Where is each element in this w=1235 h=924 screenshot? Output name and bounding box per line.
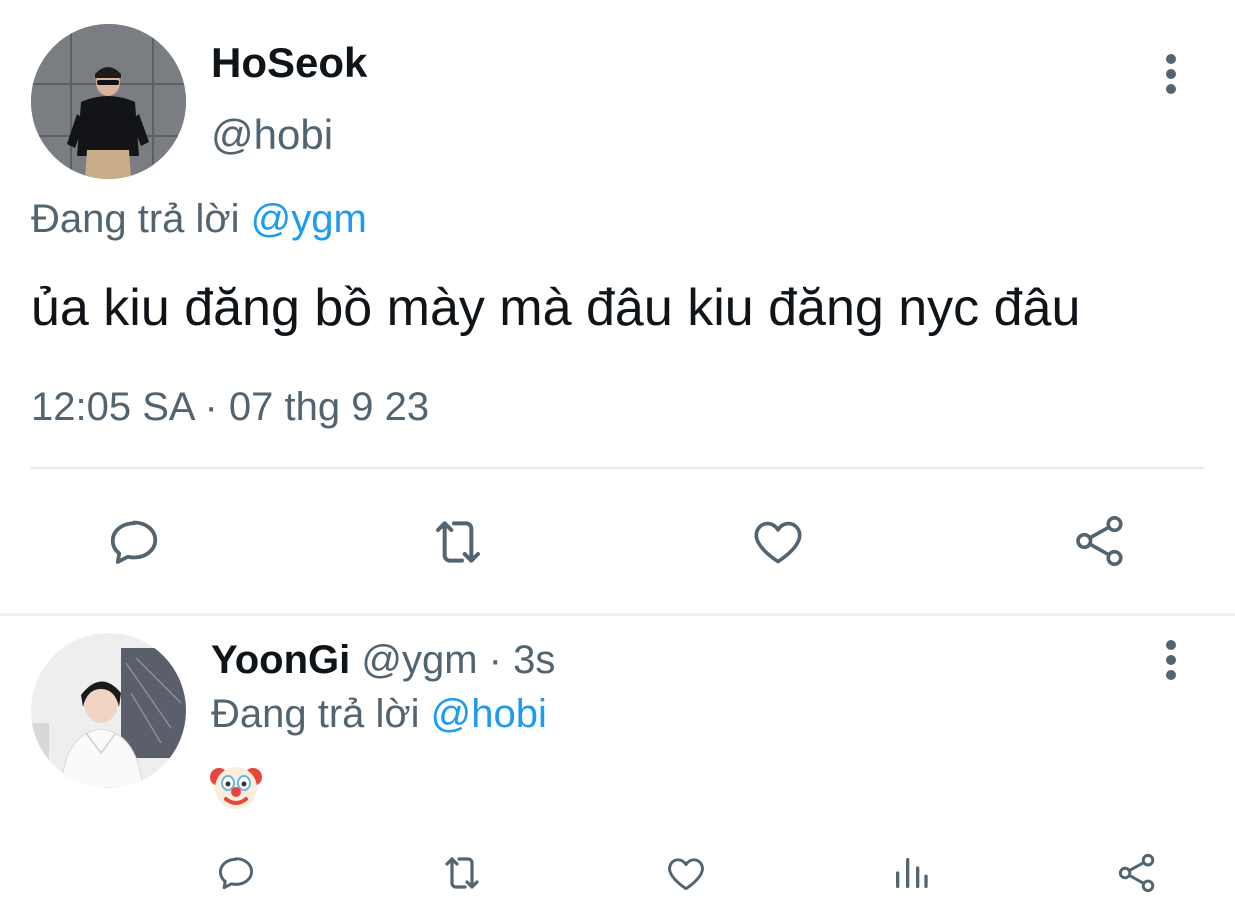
author-handle[interactable]: @hobi — [211, 110, 333, 160]
more-options-icon[interactable] — [1161, 640, 1181, 680]
avatar-photo — [31, 24, 186, 179]
like-icon[interactable] — [664, 851, 708, 895]
dot — [1166, 69, 1176, 79]
yoongi-avatar[interactable] — [31, 633, 186, 788]
author-name[interactable]: HoSeok — [211, 38, 367, 88]
dot — [1166, 655, 1176, 665]
more-options-icon[interactable] — [1161, 54, 1181, 94]
dot — [1166, 84, 1176, 94]
retweet-icon[interactable] — [437, 851, 487, 895]
share-icon[interactable] — [1115, 851, 1159, 895]
reply-header: YoonGi @ygm · 3s — [211, 636, 555, 684]
replying-to: Đang trả lời @ygm — [31, 195, 367, 243]
replying-prefix: Đang trả lời — [31, 197, 240, 241]
divider — [0, 613, 1235, 616]
replying-mention[interactable]: @ygm — [251, 197, 367, 241]
reply-icon[interactable] — [104, 512, 164, 572]
divider — [31, 467, 1204, 469]
replying-to: Đang trả lời @hobi — [211, 690, 547, 738]
like-icon[interactable] — [749, 512, 807, 570]
tweet-timestamp[interactable]: 12:05 SA · 07 thg 9 23 — [31, 382, 429, 432]
retweet-icon[interactable] — [426, 512, 490, 572]
dot — [1166, 54, 1176, 64]
reply-author-handle[interactable]: @ygm — [361, 638, 477, 682]
tweet-text: ủa kiu đăng bồ mày mà đâu kiu đăng nyc đ… — [31, 279, 1081, 337]
views-icon[interactable] — [891, 853, 931, 893]
dot — [1166, 670, 1176, 680]
replying-prefix: Đang trả lời — [211, 692, 420, 736]
reply-author-name[interactable]: YoonGi — [211, 638, 350, 682]
clown-face-emoji — [210, 767, 262, 809]
replying-mention[interactable]: @hobi — [431, 692, 547, 736]
share-icon[interactable] — [1071, 511, 1129, 571]
reply-age[interactable]: 3s — [513, 638, 555, 682]
reply-icon[interactable] — [214, 851, 258, 895]
tweet-thread: HoSeok @hobi Đang trả lời @ygm ủa kiu đă… — [0, 0, 1235, 924]
meta-separator: · — [488, 638, 502, 682]
hoseok-avatar[interactable] — [31, 24, 186, 179]
dot — [1166, 640, 1176, 650]
avatar-photo — [31, 633, 186, 788]
